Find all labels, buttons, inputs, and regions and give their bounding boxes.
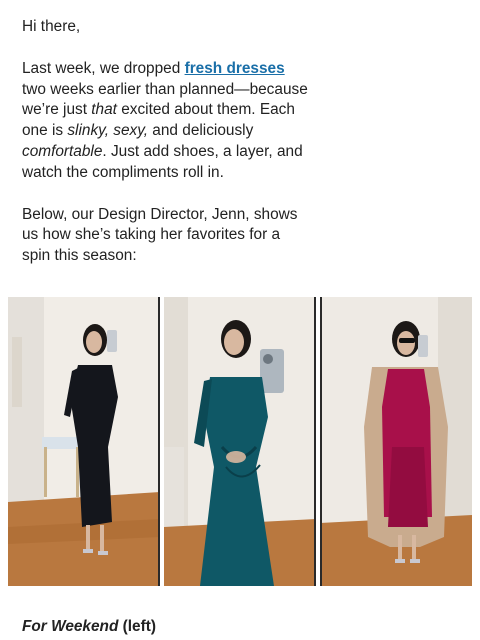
intro-text-4: and deliciously xyxy=(148,122,254,140)
director-paragraph: Below, our Design Director, Jenn, shows … xyxy=(22,205,298,265)
intro-em-slinky: slinky, sexy, xyxy=(67,122,149,140)
photo-caption: For Weekend (left) xyxy=(22,617,156,637)
photo-black-dress[interactable] xyxy=(8,297,160,586)
greeting: Hi there, xyxy=(22,18,81,35)
intro-em-that: that xyxy=(91,101,117,119)
photo-magenta-dress[interactable] xyxy=(320,297,472,586)
magenta-dress-image xyxy=(320,297,472,586)
outfit-photo-row xyxy=(8,297,472,586)
photo-teal-dress[interactable] xyxy=(164,297,316,586)
fresh-dresses-link[interactable]: fresh dresses xyxy=(185,60,285,77)
black-dress-image xyxy=(8,297,160,586)
intro-paragraph: Last week, we dropped fresh dresses two … xyxy=(22,59,312,184)
teal-dress-image xyxy=(164,297,316,586)
intro-text-1: Last week, we dropped xyxy=(22,59,185,77)
caption-title: For Weekend xyxy=(22,618,119,635)
intro-em-comfortable: comfortable xyxy=(22,142,103,160)
email-body: Hi there, Last week, we dropped fresh dr… xyxy=(22,17,312,288)
caption-position: (left) xyxy=(118,618,156,635)
